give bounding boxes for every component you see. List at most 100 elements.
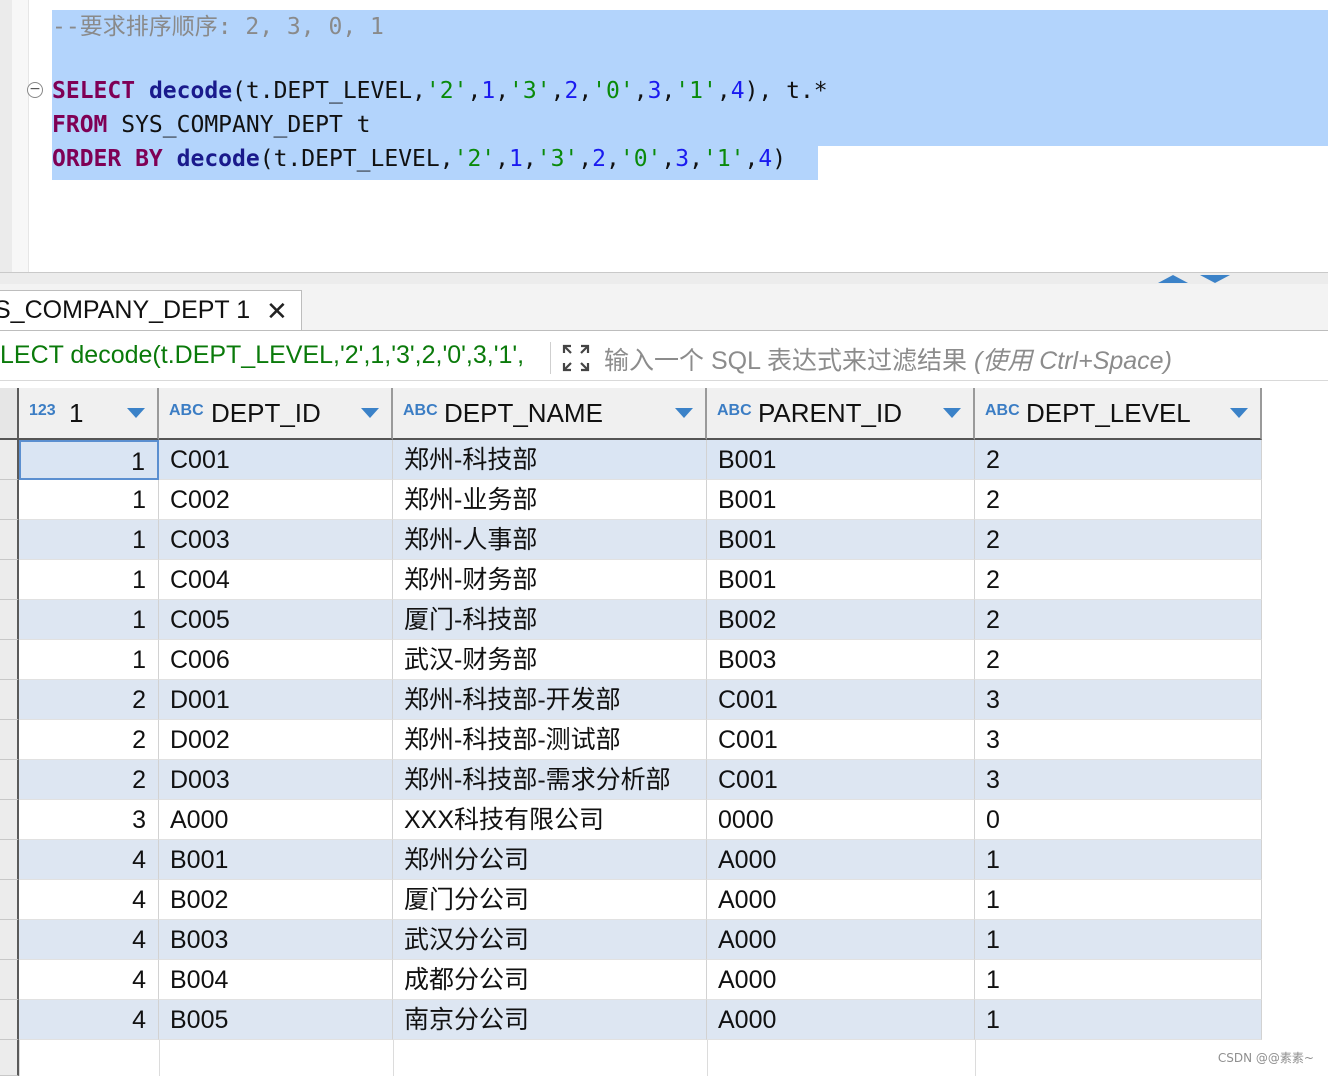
table-cell[interactable]: 4	[19, 960, 159, 1000]
table-cell[interactable]: 郑州-人事部	[393, 520, 707, 560]
table-cell[interactable]: 2	[975, 600, 1262, 640]
table-row[interactable]: 4 B002 厦门分公司 A000 1	[0, 880, 1262, 920]
table-cell[interactable]: 3	[19, 800, 159, 840]
table-row[interactable]: 3 A000 XXX科技有限公司 0000 0	[0, 800, 1262, 840]
column-header-dept-level[interactable]: ABC DEPT_LEVEL	[975, 388, 1262, 440]
table-cell[interactable]: B001	[707, 560, 975, 600]
table-cell[interactable]: C003	[159, 520, 393, 560]
table-cell[interactable]: 4	[19, 920, 159, 960]
filter-expression-input[interactable]: 输入一个 SQL 表达式来过滤结果 (使用 Ctrl+Space)	[604, 341, 1172, 377]
table-cell[interactable]: 1	[975, 1000, 1262, 1040]
table-cell[interactable]: C005	[159, 600, 393, 640]
row-header[interactable]	[0, 600, 19, 640]
column-header-1[interactable]: 123 1	[19, 388, 159, 440]
table-cell[interactable]: C002	[159, 480, 393, 520]
table-row[interactable]: 4 B005 南京分公司 A000 1	[0, 1000, 1262, 1040]
sql-editor[interactable]: --要求排序顺序: 2, 3, 0, 1 − SELECT decode(t.D…	[0, 0, 1328, 272]
table-cell[interactable]: 厦门分公司	[393, 880, 707, 920]
chevron-down-icon[interactable]	[943, 408, 961, 418]
chevron-down-icon[interactable]	[1230, 408, 1248, 418]
table-cell[interactable]: B001	[159, 840, 393, 880]
table-cell[interactable]: C004	[159, 560, 393, 600]
row-header[interactable]	[0, 720, 19, 760]
table-cell[interactable]: 郑州-财务部	[393, 560, 707, 600]
table-row[interactable]: 4 B004 成都分公司 A000 1	[0, 960, 1262, 1000]
table-cell[interactable]: B002	[707, 600, 975, 640]
table-cell[interactable]: 2	[975, 520, 1262, 560]
table-cell[interactable]: 2	[975, 560, 1262, 600]
expand-icon[interactable]	[560, 342, 592, 374]
row-header[interactable]	[0, 560, 19, 600]
row-header[interactable]	[0, 480, 19, 520]
table-cell[interactable]: 郑州-科技部-开发部	[393, 680, 707, 720]
row-header[interactable]	[0, 1000, 19, 1040]
table-cell[interactable]: 4	[19, 880, 159, 920]
table-cell[interactable]: 郑州-科技部-测试部	[393, 720, 707, 760]
table-cell[interactable]: 2	[19, 760, 159, 800]
tab-result-label[interactable]: S_COMPANY_DEPT 1	[0, 296, 250, 325]
table-row[interactable]: 1 C001 郑州-科技部 B001 2	[0, 440, 1262, 480]
row-header[interactable]	[0, 880, 19, 920]
table-cell[interactable]: 1	[19, 520, 159, 560]
table-cell[interactable]: 武汉-财务部	[393, 640, 707, 680]
table-cell[interactable]: C001	[159, 440, 393, 480]
table-row[interactable]: 2 D002 郑州-科技部-测试部 C001 3	[0, 720, 1262, 760]
table-cell[interactable]: 3	[975, 760, 1262, 800]
table-cell[interactable]: B001	[707, 480, 975, 520]
table-cell[interactable]: 1	[19, 440, 159, 480]
row-header[interactable]	[0, 960, 19, 1000]
table-cell[interactable]: 1	[975, 840, 1262, 880]
table-cell[interactable]: C001	[707, 680, 975, 720]
table-cell[interactable]: C001	[707, 720, 975, 760]
table-cell[interactable]: 1	[19, 560, 159, 600]
table-cell[interactable]: A000	[707, 960, 975, 1000]
row-header[interactable]	[0, 920, 19, 960]
row-header[interactable]	[0, 640, 19, 680]
table-cell[interactable]: 1	[975, 880, 1262, 920]
row-header[interactable]	[0, 1040, 19, 1076]
row-header[interactable]	[0, 680, 19, 720]
chevron-down-icon[interactable]	[675, 408, 693, 418]
table-cell[interactable]: A000	[707, 880, 975, 920]
row-header[interactable]	[0, 840, 19, 880]
table-cell[interactable]: 郑州分公司	[393, 840, 707, 880]
table-cell[interactable]: 1	[19, 640, 159, 680]
table-row[interactable]: 1 C005 厦门-科技部 B002 2	[0, 600, 1262, 640]
chevron-down-icon[interactable]	[127, 408, 145, 418]
table-row[interactable]: 4 B003 武汉分公司 A000 1	[0, 920, 1262, 960]
table-cell[interactable]: B001	[707, 520, 975, 560]
table-cell[interactable]: 2	[19, 680, 159, 720]
table-cell[interactable]: 0000	[707, 800, 975, 840]
table-cell[interactable]: D002	[159, 720, 393, 760]
table-cell[interactable]: A000	[707, 1000, 975, 1040]
table-cell[interactable]: 郑州-科技部	[393, 440, 707, 480]
table-cell[interactable]: A000	[707, 840, 975, 880]
column-header-parent-id[interactable]: ABC PARENT_ID	[707, 388, 975, 440]
table-row[interactable]: 1 C004 郑州-财务部 B001 2	[0, 560, 1262, 600]
table-cell[interactable]: 4	[19, 840, 159, 880]
collapse-up-icon[interactable]	[1158, 275, 1188, 283]
table-cell[interactable]: 2	[19, 720, 159, 760]
table-cell[interactable]: B005	[159, 1000, 393, 1040]
table-cell[interactable]: A000	[159, 800, 393, 840]
table-cell[interactable]: B003	[159, 920, 393, 960]
expand-down-icon[interactable]	[1200, 275, 1230, 283]
table-cell[interactable]: 1	[975, 960, 1262, 1000]
table-cell[interactable]: B004	[159, 960, 393, 1000]
table-cell[interactable]: 武汉分公司	[393, 920, 707, 960]
table-cell[interactable]: D003	[159, 760, 393, 800]
table-cell[interactable]: 郑州-科技部-需求分析部	[393, 760, 707, 800]
table-cell[interactable]: 2	[975, 440, 1262, 480]
table-cell[interactable]: B002	[159, 880, 393, 920]
row-header[interactable]	[0, 760, 19, 800]
table-cell[interactable]: 0	[975, 800, 1262, 840]
table-cell[interactable]: 2	[975, 480, 1262, 520]
table-cell[interactable]: 4	[19, 1000, 159, 1040]
table-cell[interactable]: XXX科技有限公司	[393, 800, 707, 840]
table-cell[interactable]: C001	[707, 760, 975, 800]
chevron-down-icon[interactable]	[361, 408, 379, 418]
close-icon[interactable]: ✕	[266, 296, 288, 326]
table-row[interactable]: 4 B001 郑州分公司 A000 1	[0, 840, 1262, 880]
table-cell[interactable]: B003	[707, 640, 975, 680]
table-cell[interactable]: 1	[975, 920, 1262, 960]
